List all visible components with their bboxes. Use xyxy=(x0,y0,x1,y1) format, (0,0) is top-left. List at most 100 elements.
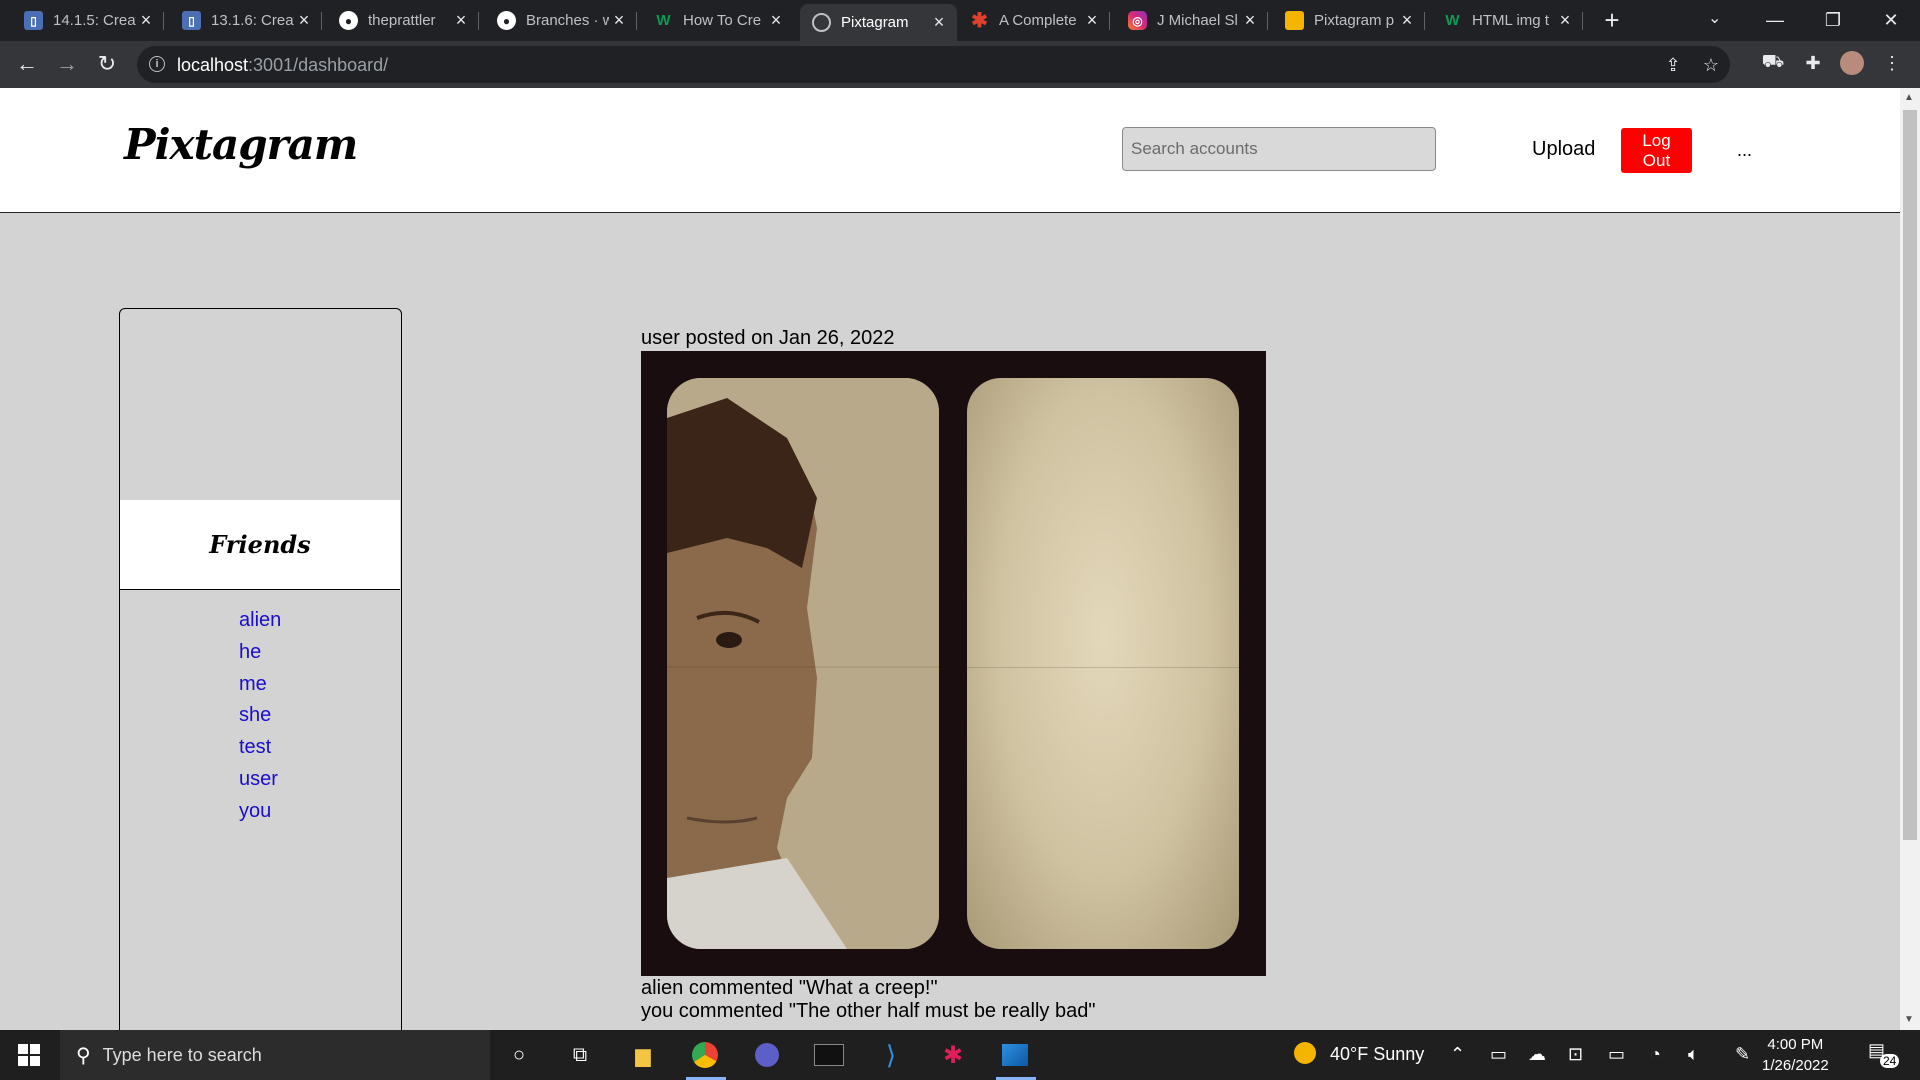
restore-button[interactable]: ❐ xyxy=(1804,0,1862,40)
app-logo[interactable]: Pixtagram xyxy=(124,120,358,169)
reload-icon[interactable]: ↻ xyxy=(92,49,122,79)
browser-tab[interactable]: ▯ 13.1.6: Create × xyxy=(170,4,322,37)
file-explorer-icon[interactable]: ▆ xyxy=(627,1039,659,1071)
windows-start-icon[interactable] xyxy=(18,1044,40,1066)
globe-icon xyxy=(812,13,831,32)
cortana-icon[interactable]: ○ xyxy=(503,1039,535,1071)
browser-tab[interactable]: Pixtagram p × xyxy=(1273,4,1425,37)
browser-tab[interactable]: ◎ J Michael Sl × xyxy=(1116,4,1268,37)
friend-link[interactable]: you xyxy=(239,800,271,823)
friend-link[interactable]: me xyxy=(239,673,267,696)
github-icon: ● xyxy=(497,11,516,30)
scrollbar-thumb[interactable] xyxy=(1903,110,1917,840)
browser-toolbar: ← → ↻ i localhost:3001/dashboard/ ⇪ ☆ xyxy=(0,41,1920,88)
friends-heading: Friends xyxy=(120,500,400,590)
windows-taskbar: ⚲ Type here to search ○ ⧉ ▆ ⟩ ✱ 40°F Sun… xyxy=(0,1030,1920,1080)
browser-tab[interactable]: W How To Cre × xyxy=(642,4,794,37)
profile-avatar[interactable] xyxy=(1838,49,1866,77)
friend-link[interactable]: she xyxy=(239,704,271,727)
w-icon: W xyxy=(656,12,671,29)
portrait-photo xyxy=(667,378,939,949)
bookmark-star-icon[interactable]: ☆ xyxy=(1700,54,1722,76)
address-bar[interactable]: i localhost:3001/dashboard/ ⇪ ☆ xyxy=(137,46,1730,83)
weather-sun-icon[interactable] xyxy=(1294,1042,1316,1064)
url-text[interactable]: localhost:3001/dashboard/ xyxy=(177,55,388,76)
page-viewport: Pixtagram Upload Log Out ... Friends ali… xyxy=(0,88,1900,1030)
slides-icon xyxy=(1285,11,1304,30)
asterisk-icon: ✱ xyxy=(971,10,988,32)
close-icon[interactable]: × xyxy=(1397,10,1417,31)
browser-tab[interactable]: ● Branches · w × xyxy=(485,4,637,37)
friend-link[interactable]: test xyxy=(239,736,271,759)
comment: alien commented "What a creep!" xyxy=(641,977,938,999)
comment: you commented "The other half must be re… xyxy=(641,1000,1096,1022)
friends-sidebar: Friends alien he me she test user you xyxy=(119,308,402,1030)
upload-link[interactable]: Upload xyxy=(1532,138,1595,161)
back-arrow-icon[interactable]: ← xyxy=(12,49,42,79)
search-accounts-input[interactable] xyxy=(1122,127,1436,171)
chrome-icon[interactable] xyxy=(689,1039,721,1071)
wifi-icon[interactable]: ◔ xyxy=(1650,1044,1661,1065)
taskbar-search-box[interactable]: ⚲ Type here to search xyxy=(60,1030,490,1080)
photos-icon[interactable] xyxy=(999,1039,1031,1071)
weather-text[interactable]: 40°F Sunny xyxy=(1330,1044,1424,1065)
close-icon[interactable]: × xyxy=(1240,10,1260,31)
tab-search-chevron-icon[interactable]: ⌄ xyxy=(1708,8,1721,28)
task-view-icon[interactable]: ⧉ xyxy=(564,1039,596,1071)
notification-count-badge: 24 xyxy=(1880,1054,1900,1068)
slack-icon[interactable]: ✱ xyxy=(937,1039,969,1071)
close-icon[interactable]: × xyxy=(1082,10,1102,31)
vertical-scrollbar[interactable]: ▲ ▼ xyxy=(1900,88,1920,1030)
photo-panel-right xyxy=(967,378,1239,949)
browser-menu-icon[interactable]: ⋮ xyxy=(1878,49,1906,77)
volume-icon[interactable]: 🔈︎ xyxy=(1688,1044,1699,1065)
logout-button[interactable]: Log Out xyxy=(1621,128,1692,173)
friend-link[interactable]: user xyxy=(239,768,278,791)
new-tab-button[interactable]: + xyxy=(1598,5,1626,35)
scroll-up-icon[interactable]: ▲ xyxy=(1904,92,1914,103)
browser-tab[interactable]: ▯ 14.1.5: Create × xyxy=(12,4,164,37)
more-menu-button[interactable]: ... xyxy=(1737,140,1752,161)
search-icon: ⚲ xyxy=(76,1044,91,1067)
friend-link[interactable]: alien xyxy=(239,609,281,632)
minimize-button[interactable]: — xyxy=(1746,0,1804,40)
post-caption: user posted on Jan 26, 2022 xyxy=(641,327,895,349)
w-icon: W xyxy=(1445,12,1460,29)
extension-badge-icon[interactable]: ⛟ xyxy=(1759,49,1787,77)
browser-tab[interactable]: W HTML img t × xyxy=(1431,4,1583,37)
close-icon[interactable]: × xyxy=(766,10,786,31)
instagram-icon: ◎ xyxy=(1128,11,1147,30)
photo-panel-left xyxy=(667,378,939,949)
scroll-down-icon[interactable]: ▼ xyxy=(1904,1014,1914,1025)
close-icon[interactable]: × xyxy=(136,10,156,31)
browser-tab-active[interactable]: Pixtagram × xyxy=(800,4,957,41)
battery-icon[interactable]: ▭ xyxy=(1608,1044,1625,1065)
close-icon[interactable]: × xyxy=(609,10,629,31)
doc-icon: ▯ xyxy=(182,11,201,30)
share-icon[interactable]: ⇪ xyxy=(1662,54,1684,76)
close-icon[interactable]: × xyxy=(294,10,314,31)
friend-link[interactable]: he xyxy=(239,641,261,664)
security-icon[interactable]: ⊡ xyxy=(1568,1044,1583,1065)
site-info-icon[interactable]: i xyxy=(149,56,165,72)
browser-app-icon[interactable] xyxy=(751,1039,783,1071)
pen-icon[interactable]: ✎ xyxy=(1735,1044,1750,1065)
post-image xyxy=(641,351,1266,976)
close-icon[interactable]: × xyxy=(929,12,949,33)
forward-arrow-icon[interactable]: → xyxy=(52,49,82,79)
extensions-puzzle-icon[interactable]: ✚ xyxy=(1799,49,1827,77)
onedrive-icon[interactable]: ☁ xyxy=(1528,1044,1546,1065)
taskbar-clock[interactable]: 4:00 PM 1/26/2022 xyxy=(1762,1034,1829,1076)
meet-icon[interactable]: ▭ xyxy=(1490,1044,1507,1065)
terminal-icon[interactable] xyxy=(813,1039,845,1071)
browser-tab[interactable]: ✱ A Complete × xyxy=(958,4,1110,37)
close-window-button[interactable]: ✕ xyxy=(1862,0,1920,40)
github-icon: ● xyxy=(339,11,358,30)
close-icon[interactable]: × xyxy=(451,10,471,31)
browser-tab[interactable]: ● theprattler × xyxy=(327,4,479,37)
tray-chevron-icon[interactable]: ⌃ xyxy=(1450,1044,1465,1065)
vscode-icon[interactable]: ⟩ xyxy=(875,1039,907,1071)
notification-center-icon[interactable]: ▤ 24 xyxy=(1868,1040,1900,1068)
close-icon[interactable]: × xyxy=(1555,10,1575,31)
app-header: Pixtagram Upload Log Out ... xyxy=(0,88,1900,213)
